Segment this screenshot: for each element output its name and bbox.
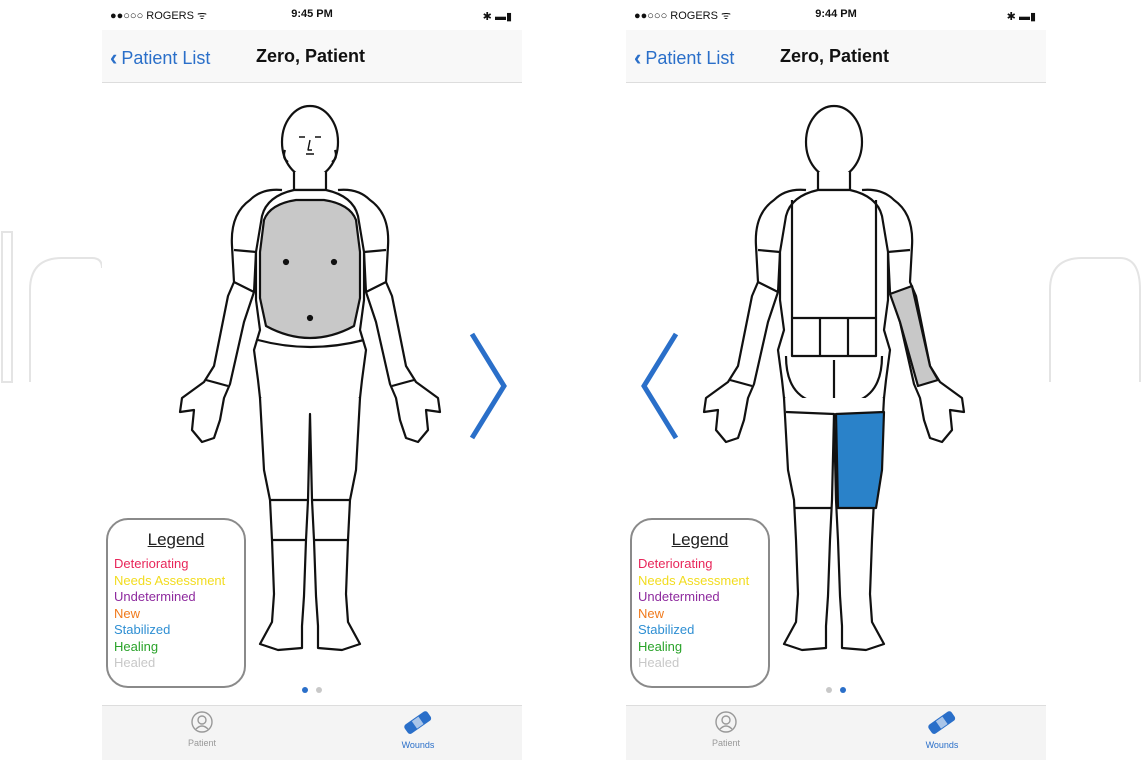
tab-wounds[interactable]: Wounds xyxy=(348,710,488,750)
previous-page-arrow[interactable] xyxy=(638,328,682,444)
legend-item: New xyxy=(638,605,665,621)
clock: 9:44 PM xyxy=(815,8,857,20)
navigation-bar: ‹ Patient List Zero, Patient xyxy=(102,30,522,83)
status-bar: ●●○○○ ROGERS ᯤ 9:45 PM ✱ ▬▮ xyxy=(102,8,522,28)
legend-item: Needs Assessment xyxy=(114,572,226,588)
legend-title: Legend xyxy=(671,530,729,549)
legend-item: Healed xyxy=(114,655,156,670)
legend-box: Legend Deteriorating Needs Assessment Un… xyxy=(630,518,770,688)
bandage-icon xyxy=(928,711,956,734)
tab-bar: Patient Wounds xyxy=(626,705,1046,760)
chevron-left-icon: ‹ xyxy=(634,45,642,70)
tab-label: Wounds xyxy=(401,740,435,750)
phone-screen-front: ●●○○○ ROGERS ᯤ 9:45 PM ✱ ▬▮ ‹ Patient Lis… xyxy=(102,0,522,760)
head[interactable] xyxy=(804,104,864,180)
tab-wounds[interactable]: Wounds xyxy=(872,710,1012,750)
legend-title: Legend xyxy=(147,530,205,549)
tab-label: Wounds xyxy=(925,740,959,750)
tab-patient[interactable]: Patient xyxy=(656,710,796,748)
tab-bar: Patient Wounds xyxy=(102,705,522,760)
legend-item: Stabilized xyxy=(114,622,171,637)
page-dot-2[interactable] xyxy=(316,687,322,693)
next-page-arrow[interactable] xyxy=(466,328,510,444)
legend-box: Legend Deteriorating Needs Assessment Un… xyxy=(106,518,246,688)
phone-screen-back: ●●○○○ ROGERS ᯤ 9:44 PM ✱ ▬▮ ‹ Patient Lis… xyxy=(626,0,1046,760)
legend-item: Needs Assessment xyxy=(638,572,750,588)
legend-item: Stabilized xyxy=(638,622,695,637)
status-bar: ●●○○○ ROGERS ᯤ 9:44 PM ✱ ▬▮ xyxy=(626,8,1046,28)
legend-item: Healing xyxy=(638,638,683,654)
clock: 9:45 PM xyxy=(291,8,333,20)
page-title: Zero, Patient xyxy=(256,46,366,66)
legend-item: Healing xyxy=(114,638,159,654)
legend-item: New xyxy=(114,605,141,621)
battery-icon: ✱ ▬▮ xyxy=(1006,11,1036,23)
back-button[interactable]: ‹ Patient List xyxy=(110,44,210,70)
tab-label: Patient xyxy=(711,738,741,748)
chevron-left-icon: ‹ xyxy=(110,45,118,70)
bandage-icon xyxy=(404,711,432,734)
page-dot-1[interactable] xyxy=(826,687,832,693)
legend-item: Undetermined xyxy=(114,589,196,604)
legend-item: Healed xyxy=(638,655,680,670)
patient-icon xyxy=(715,711,737,733)
back-button[interactable]: ‹ Patient List xyxy=(634,44,734,70)
page-title: Zero, Patient xyxy=(780,46,890,66)
legend-item: Deteriorating xyxy=(638,556,713,571)
navigation-bar: ‹ Patient List Zero, Patient xyxy=(626,30,1046,83)
legend-item: Deteriorating xyxy=(114,556,189,571)
back-label: Patient List xyxy=(121,48,211,68)
patient-icon xyxy=(191,711,213,733)
page-dot-2[interactable] xyxy=(840,687,846,693)
region-forearm[interactable] xyxy=(888,284,940,388)
page-indicator[interactable] xyxy=(626,680,1046,698)
tab-patient[interactable]: Patient xyxy=(132,710,272,748)
back-label: Patient List xyxy=(645,48,735,68)
page-dot-1[interactable] xyxy=(302,687,308,693)
battery-icon: ✱ ▬▮ xyxy=(482,11,512,23)
legend-item: Undetermined xyxy=(638,589,720,604)
page-indicator[interactable] xyxy=(102,680,522,698)
tab-label: Patient xyxy=(187,738,217,748)
region-thigh[interactable] xyxy=(834,410,886,510)
